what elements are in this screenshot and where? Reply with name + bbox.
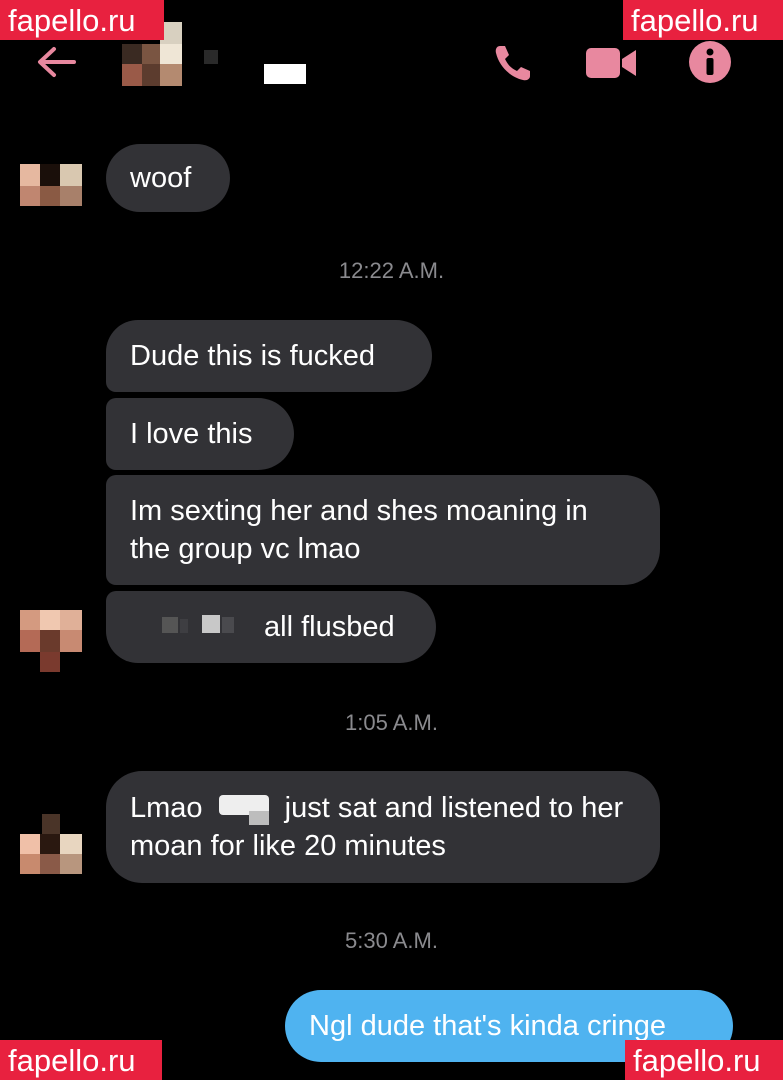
message-text: Im sexting her and shes moaning in the g… (130, 495, 588, 565)
timestamp: 12:22 A.M. (338, 258, 445, 283)
video-camera-icon (586, 48, 636, 78)
message-text: Lmao just sat and listened to her moan f… (130, 791, 624, 863)
redacted-name (218, 795, 269, 826)
message-bubble-incoming[interactable]: all flusbed (106, 591, 436, 663)
voice-call-button[interactable] (490, 40, 536, 86)
message-text: all flusbed (264, 611, 395, 643)
message-text: Dude this is fucked (130, 340, 376, 372)
sender-avatar[interactable] (20, 610, 82, 672)
sender-avatar[interactable] (20, 814, 82, 874)
sender-avatar[interactable] (20, 164, 82, 224)
message-text: woof (130, 162, 192, 194)
redacted-name (162, 615, 234, 633)
message-text: Ngl dude that's kinda cringe (309, 1009, 666, 1042)
message-bubble-incoming[interactable]: Dude this is fucked (106, 320, 432, 392)
contact-name-redacted (200, 44, 310, 88)
timestamp: 5:30 A.M. (345, 928, 438, 953)
message-bubble-incoming[interactable]: woof (106, 144, 230, 212)
watermark-bottom-left: fapello.ru (0, 1040, 162, 1080)
timestamp: 1:05 A.M. (345, 710, 438, 735)
arrow-left-icon (38, 47, 76, 77)
watermark-bottom-right: fapello.ru (625, 1040, 783, 1080)
watermark-top-right: fapello.ru (623, 0, 783, 40)
info-button[interactable] (686, 38, 734, 86)
video-call-button[interactable] (584, 44, 638, 82)
message-bubble-incoming[interactable]: Lmao just sat and listened to her moan f… (106, 771, 660, 883)
watermark-top-left: fapello.ru (0, 0, 164, 40)
phone-icon (495, 46, 530, 81)
message-bubble-incoming[interactable]: Im sexting her and shes moaning in the g… (106, 475, 660, 585)
info-icon (689, 41, 731, 83)
message-bubble-incoming[interactable]: I love this (106, 398, 294, 470)
message-text: I love this (130, 418, 253, 450)
back-button[interactable] (34, 44, 80, 80)
